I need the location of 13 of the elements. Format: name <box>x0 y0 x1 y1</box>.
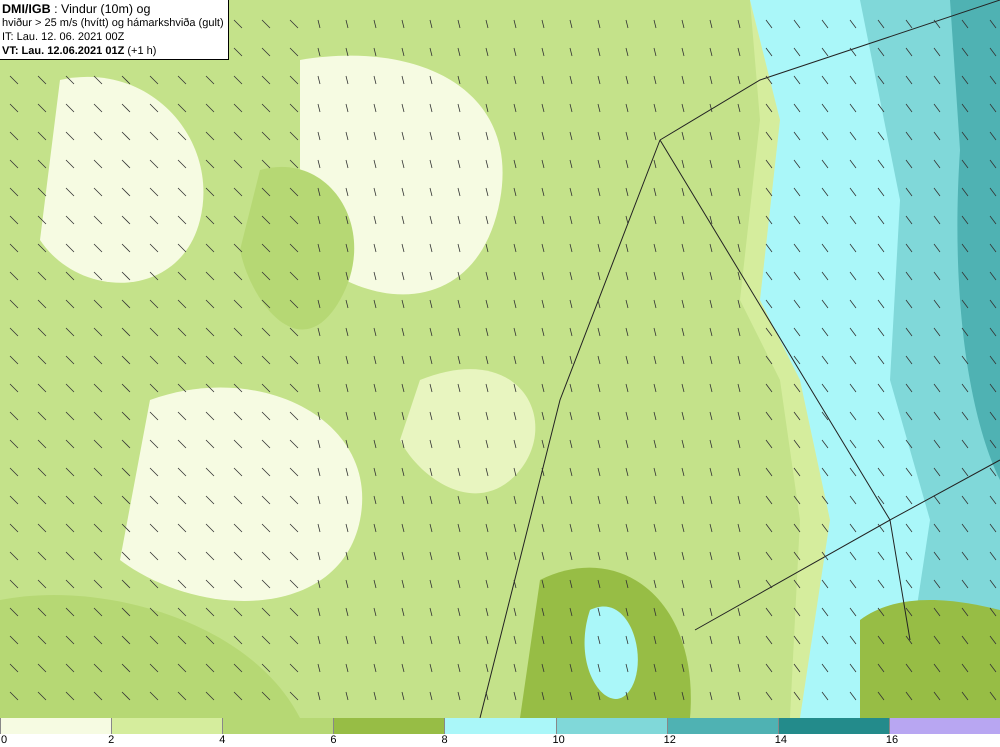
legend-label: 8 <box>441 734 448 747</box>
legend-label: 16 <box>886 734 898 747</box>
title-line: VT: Lau. 12.06.2021 01Z (+1 h) <box>2 44 158 58</box>
legend-label: 2 <box>108 734 114 747</box>
legend-label: 14 <box>774 734 788 747</box>
title-line: IT: Lau. 12. 06. 2021 00Z <box>2 30 126 44</box>
legend-label: 10 <box>552 734 565 747</box>
legend-label: 12 <box>664 734 676 747</box>
legend-label: 6 <box>330 734 336 747</box>
legend-label: 0 <box>1 734 8 747</box>
legend-label: 4 <box>219 734 226 747</box>
title-line: hviður > 25 m/s (hvítt) og hámarkshviða (gult) <box>2 16 224 30</box>
title-line: DMI/IGB : Vindur (10m) og <box>2 2 152 16</box>
